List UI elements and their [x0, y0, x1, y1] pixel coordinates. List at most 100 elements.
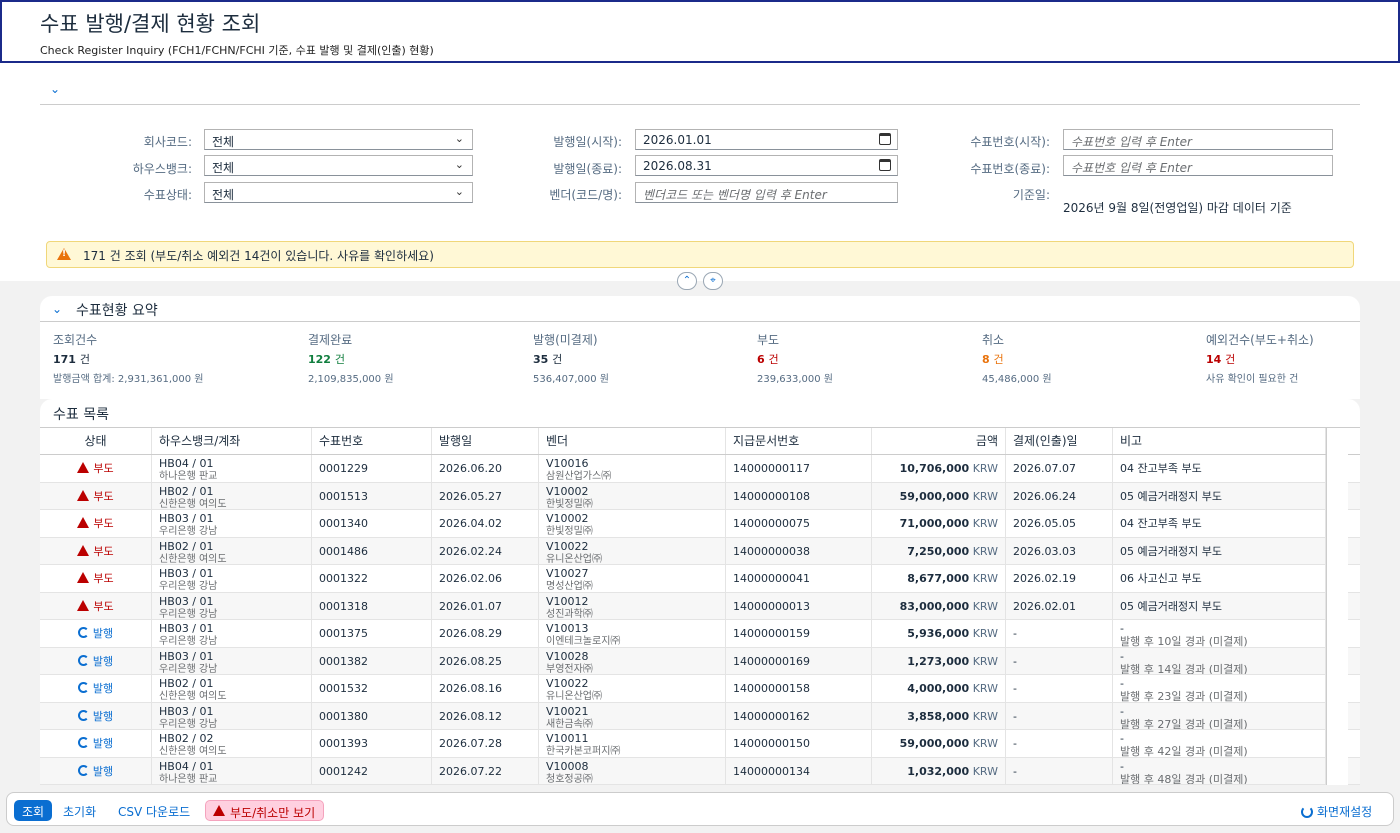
col-header-status[interactable]: 상태 [40, 428, 152, 454]
collapse-header-button[interactable]: ⌃ [677, 272, 697, 290]
col-header-bank[interactable]: 하우스뱅크/계좌 [152, 428, 312, 454]
reset-button[interactable]: 초기화 [55, 800, 104, 821]
table-row[interactable]: 발행 HB02 / 01 신한은행 여의도 0001532 2026.08.16 V100… [40, 675, 1360, 703]
table-row[interactable]: 발행 HB02 / 02 신한은행 여의도 0001393 2026.07.28 V100… [40, 730, 1360, 758]
status-cell: 발행 [40, 647, 152, 674]
company-select[interactable]: 전체 ⌄ [204, 129, 473, 150]
amount-value: 3,858,000 [907, 709, 970, 723]
chevron-down-icon[interactable]: ⌄ [50, 82, 60, 96]
check-number-cell[interactable]: 0001382 [312, 647, 432, 674]
payment-doc-cell[interactable]: 14000000134 [726, 757, 872, 784]
note-line2: 발행 후 42일 경과 (미결제) [1120, 745, 1248, 757]
check-number-cell[interactable]: 0001318 [312, 592, 432, 619]
table-row[interactable]: 부도 HB04 / 01 하나은행 판교 0001229 2026.06.20 V1001… [40, 455, 1360, 483]
check-number-cell[interactable]: 0001393 [312, 730, 432, 757]
payment-doc-cell[interactable]: 14000000013 [726, 592, 872, 619]
col-header-paid[interactable]: 결제(인출)일 [1006, 428, 1113, 454]
payment-doc-cell[interactable]: 14000000158 [726, 675, 872, 702]
amount-value: 7,250,000 [907, 544, 970, 558]
col-header-amount[interactable]: 금액 [872, 428, 1006, 454]
col-header-check[interactable]: 수표번호 [312, 428, 432, 454]
check-number-cell[interactable]: 0001532 [312, 675, 432, 702]
status-text: 부도 [93, 517, 114, 530]
bank-code: HB04 / 01 [159, 759, 214, 773]
check-number-cell[interactable]: 0001513 [312, 482, 432, 509]
paid-date-cell: - [1006, 675, 1113, 702]
col-header-date[interactable]: 발행일 [432, 428, 539, 454]
vendor-label: 벤더(코드/명): [549, 188, 622, 202]
table-row[interactable]: 부도 HB02 / 01 신한은행 여의도 0001486 2026.02.24 V100… [40, 537, 1360, 565]
kpi-value: 122 건 [308, 351, 394, 367]
bank-code: HB02 / 02 [159, 732, 214, 745]
status-select[interactable]: 전체 ⌄ [204, 182, 473, 203]
search-button[interactable]: 조회 [14, 800, 53, 821]
check-number-cell[interactable]: 0001380 [312, 702, 432, 729]
check-number-cell[interactable]: 0001229 [312, 455, 432, 482]
note-cell: 04 잔고부족 부도 [1113, 455, 1326, 482]
table-row[interactable]: 부도 HB03 / 01 우리은행 강남 0001322 2026.02.06 V1002… [40, 565, 1360, 593]
check-to-input[interactable]: 수표번호 입력 후 Enter [1063, 155, 1333, 176]
pin-header-button[interactable]: ⌖ [703, 272, 723, 290]
housebank-select[interactable]: 전체 ⌄ [204, 155, 473, 176]
payment-doc-cell[interactable]: 14000000075 [726, 510, 872, 537]
check-number-cell[interactable]: 0001322 [312, 565, 432, 592]
bank-cell: HB02 / 01 신한은행 여의도 [152, 675, 312, 702]
kpi-sub: 사유 확인이 필요한 건 [1206, 374, 1299, 385]
exceptions-only-toggle[interactable]: 부도/취소만 보기 [205, 800, 325, 821]
issue-date-cell: 2026.02.24 [432, 537, 539, 564]
payment-doc-cell[interactable]: 14000000162 [726, 702, 872, 729]
table-row[interactable]: 부도 HB03 / 01 우리은행 강남 0001318 2026.01.07 V1001… [40, 592, 1360, 620]
status-text: 부도 [93, 489, 114, 503]
status-value: 전체 [212, 188, 235, 202]
table-row[interactable]: 부도 HB02 / 01 신한은행 여의도 0001513 2026.05.27 V100… [40, 482, 1360, 510]
vertical-scrollbar[interactable] [1326, 428, 1348, 785]
payment-doc-cell[interactable]: 14000000150 [726, 730, 872, 757]
table-row[interactable]: 부도 HB03 / 01 우리은행 강남 0001340 2026.04.02 V1000… [40, 510, 1360, 538]
col-header-doc[interactable]: 지급문서번호 [726, 428, 872, 454]
refresh-icon [1301, 806, 1313, 818]
check-number-cell[interactable]: 0001340 [312, 510, 432, 537]
amount-value: 59,000,000 [899, 737, 970, 750]
calendar-icon[interactable] [879, 133, 891, 145]
bank-code: HB03 / 01 [159, 567, 214, 580]
housebank-value: 전체 [212, 161, 235, 175]
table-row[interactable]: 발행 HB03 / 01 우리은행 강남 0001382 2026.08.25 V1002… [40, 647, 1360, 675]
bank-name: 우리은행 강남 [159, 636, 218, 647]
check-number-cell[interactable]: 0001486 [312, 537, 432, 564]
csv-download-button[interactable]: CSV 다운로드 [110, 800, 198, 821]
check-number-cell[interactable]: 0001375 [312, 620, 432, 647]
vendor-code: V10022 [546, 539, 589, 553]
col-header-note[interactable]: 비고 [1113, 428, 1326, 454]
table-row[interactable]: 발행 HB04 / 01 하나은행 판교 0001242 2026.07.22 V1000… [40, 757, 1360, 785]
kpi-title: 예외건수(부도+취소) [1206, 333, 1314, 347]
table-row[interactable]: 발행 HB03 / 01 우리은행 강남 0001375 2026.08.29 V1001… [40, 620, 1360, 648]
issue-to-value: 2026.08.31 [643, 159, 712, 173]
payment-doc-cell[interactable]: 14000000159 [726, 620, 872, 647]
layout-reset-button[interactable]: 화면재설정 [1293, 800, 1380, 821]
col-header-vendor[interactable]: 벤더 [539, 428, 726, 454]
company-value: 전체 [212, 135, 235, 149]
calendar-icon[interactable] [879, 159, 891, 171]
housebank-label: 하우스뱅크: [132, 162, 192, 176]
summary-header[interactable]: ⌄ 수표현황 요약 [40, 296, 1360, 322]
payment-doc-cell[interactable]: 14000000108 [726, 482, 872, 509]
error-icon [77, 599, 90, 611]
vendor-input[interactable]: 벤더코드 또는 벤더명 입력 후 Enter [635, 182, 898, 203]
payment-doc-cell[interactable]: 14000000169 [726, 647, 872, 674]
bank-name: 신한은행 여의도 [159, 553, 227, 565]
kpi-value: 6 건 [757, 351, 833, 367]
chevron-down-icon[interactable]: ⌄ [52, 302, 62, 316]
payment-doc-cell[interactable]: 14000000041 [726, 565, 872, 592]
basedate-value: 2026년 9월 8일(전영업일) 마감 데이터 기준 [1063, 201, 1292, 215]
check-from-input[interactable]: 수표번호 입력 후 Enter [1063, 129, 1333, 150]
payment-doc-cell[interactable]: 14000000117 [726, 455, 872, 482]
table-row[interactable]: 발행 HB03 / 01 우리은행 강남 0001380 2026.08.12 V1002… [40, 702, 1360, 730]
issued-icon [77, 627, 89, 638]
check-number-cell[interactable]: 0001242 [312, 757, 432, 784]
note-cell: - 발행 후 23일 경과 (미결제) [1113, 675, 1326, 702]
issue-from-datepicker[interactable]: 2026.01.01 [635, 129, 898, 150]
status-text: 발행 [92, 654, 114, 668]
payment-doc-cell[interactable]: 14000000038 [726, 537, 872, 564]
issue-to-datepicker[interactable]: 2026.08.31 [635, 155, 898, 176]
vendor-cell: V10027 명성산업㈜ [539, 565, 726, 592]
